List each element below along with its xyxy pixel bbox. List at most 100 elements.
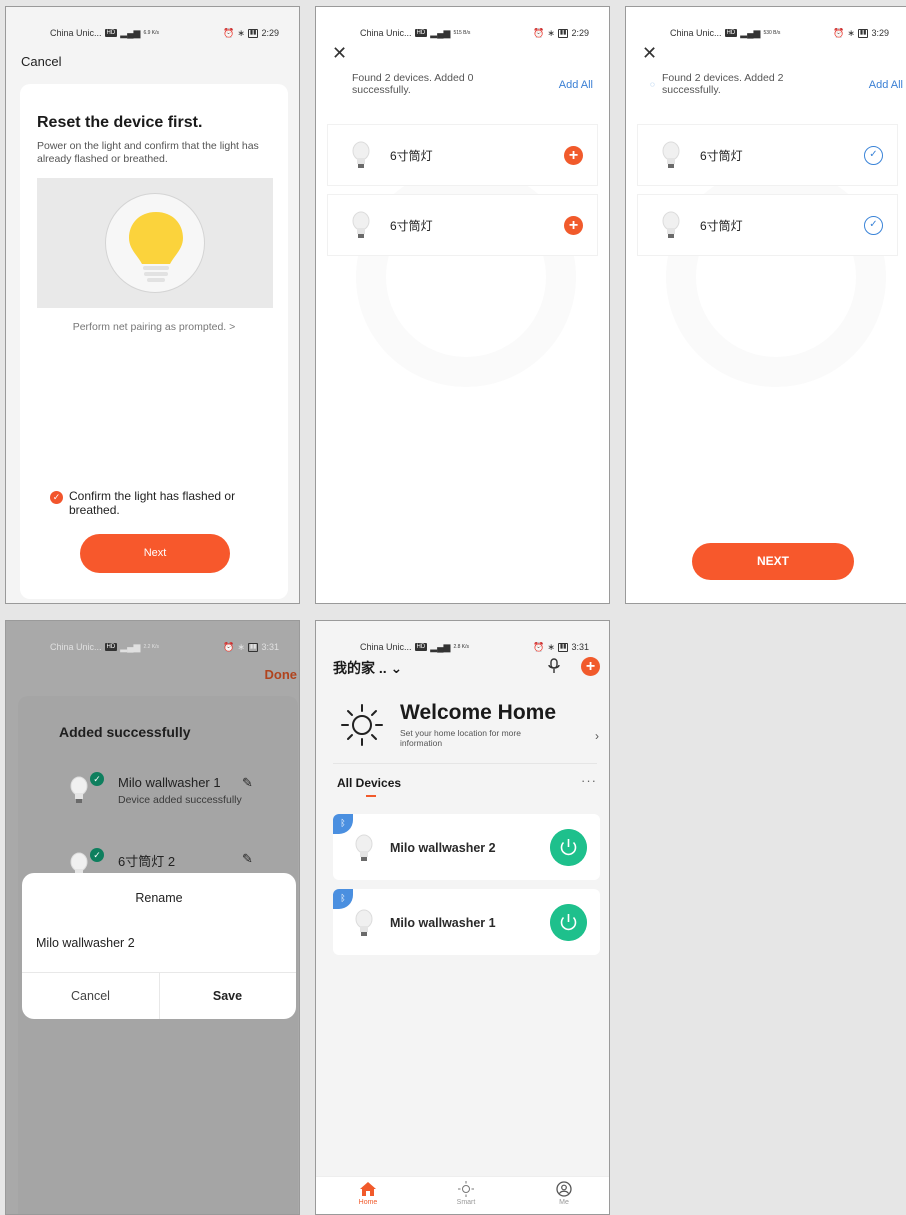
- time-label: 3:31: [261, 642, 279, 652]
- time-label: 3:31: [571, 642, 589, 652]
- tab-all-devices[interactable]: All Devices: [337, 776, 401, 790]
- home-selector[interactable]: 我的家 .. ⌄: [333, 658, 402, 678]
- device-row: 6寸筒灯 +: [328, 195, 597, 255]
- speed-label: 530 B/s: [763, 29, 781, 36]
- bulb-icon: [353, 909, 375, 937]
- confirm-checkbox[interactable]: ✓ Confirm the light has flashed or breat…: [50, 489, 270, 517]
- rename-dialog: Rename Milo wallwasher 2 Cancel Save: [22, 873, 296, 1019]
- added-check-icon: ✓: [864, 216, 883, 235]
- power-icon[interactable]: [550, 904, 587, 941]
- next-button[interactable]: Next: [80, 534, 230, 573]
- carrier-label: China Unic...: [50, 642, 102, 652]
- divider: [333, 763, 597, 764]
- alarm-icon: ⏰: [533, 27, 545, 38]
- net-pairing-link[interactable]: Perform net pairing as prompted. >: [20, 321, 288, 333]
- net-pairing-label: Perform net pairing as prompted.: [72, 321, 227, 333]
- speed-label: 2.2 K/s: [143, 643, 160, 650]
- rename-input[interactable]: Milo wallwasher 2: [36, 936, 135, 950]
- tab-me[interactable]: Me: [534, 1181, 594, 1206]
- tab-label: Smart: [456, 1199, 476, 1206]
- checkmark-icon: ✓: [50, 491, 63, 504]
- chevron-right-icon: >: [229, 321, 236, 333]
- confirm-label: Confirm the light has flashed or breathe…: [69, 489, 236, 517]
- battery-icon: ▮▮: [857, 28, 869, 38]
- device-card[interactable]: ᛒ Milo wallwasher 2: [333, 814, 600, 880]
- bluetooth-icon: ᛒ: [333, 889, 353, 909]
- microphone-icon[interactable]: [547, 658, 561, 674]
- added-title: Added successfully: [59, 724, 191, 740]
- next-button[interactable]: NEXT: [692, 543, 854, 580]
- add-device-button[interactable]: +: [581, 657, 600, 676]
- home-icon: [360, 1182, 376, 1196]
- profile-icon: [556, 1181, 572, 1197]
- sim-icon: HD: [724, 29, 738, 37]
- done-button[interactable]: Done: [265, 667, 298, 682]
- sim-icon: HD: [104, 643, 118, 651]
- added-check-icon: ✓: [864, 146, 883, 165]
- battery-icon: ▮▮: [247, 642, 259, 652]
- battery-icon: ▮▮: [557, 642, 569, 652]
- bulb-icon: [660, 211, 682, 239]
- bluetooth-icon: ∗: [547, 27, 555, 38]
- device-card[interactable]: ᛒ Milo wallwasher 1: [333, 889, 600, 955]
- sim-icon: HD: [414, 643, 428, 651]
- bulb-icon: [350, 141, 372, 169]
- close-icon[interactable]: ✕: [332, 43, 347, 64]
- device-name: Milo wallwasher 2: [390, 841, 496, 855]
- device-row: 6寸筒灯 ✓: [638, 195, 897, 255]
- device-name: Milo wallwasher 1: [118, 775, 221, 790]
- success-check-icon: ✓: [90, 772, 104, 786]
- time-label: 2:29: [571, 28, 589, 38]
- smart-sun-icon: [458, 1181, 474, 1197]
- status-bar: China Unic... HD ▂▄▆ 515 B/s ⏰ ∗ ▮▮ 2:29: [316, 23, 609, 43]
- bluetooth-icon: ∗: [547, 641, 555, 652]
- device-name: 6寸筒灯 2: [118, 854, 176, 869]
- tab-home[interactable]: Home: [338, 1181, 398, 1206]
- add-device-button[interactable]: +: [564, 146, 583, 165]
- alarm-icon: ⏰: [533, 641, 545, 652]
- carrier-label: China Unic...: [670, 28, 722, 38]
- device-name: 6寸筒灯: [390, 218, 433, 233]
- welcome-subtitle[interactable]: Set your home location for more informat…: [400, 728, 560, 748]
- status-message: Found 2 devices. Added 2 successfully.: [662, 72, 784, 96]
- power-icon[interactable]: [550, 829, 587, 866]
- bulb-icon: [660, 141, 682, 169]
- status-bar: China Unic... HD ▂▄▆ 530 B/s ⏰ ∗ ▮▮ 3:29: [626, 23, 906, 43]
- signal-icon: ▂▄▆: [120, 641, 141, 652]
- edit-pencil-icon[interactable]: ✎: [242, 851, 253, 867]
- light-bulb-icon: [129, 212, 183, 282]
- signal-icon: ▂▄▆: [120, 27, 141, 38]
- dialog-title: Rename: [135, 891, 183, 905]
- screen-home: China Unic... HD ▂▄▆ 2.8 K/s ⏰ ∗ ▮▮ 3:31 我的家 .…: [315, 620, 610, 1215]
- status-bar: China Unic... HD ▂▄▆ 2.2 K/s ⏰ ∗ ▮▮ 3:31: [6, 637, 299, 657]
- bulb-icon: [68, 776, 90, 804]
- save-button[interactable]: Save: [159, 989, 296, 1003]
- time-label: 3:29: [871, 28, 889, 38]
- more-icon[interactable]: ···: [581, 773, 597, 788]
- alarm-icon: ⏰: [833, 27, 845, 38]
- sun-icon: [341, 704, 383, 746]
- add-all-button[interactable]: Add All: [559, 79, 593, 91]
- screen-reset-device: China Unic... HD ▂▄▆ 6.9 K/s ⏰ ∗ ▮▮ 2:29 Cance…: [5, 6, 300, 604]
- device-name: 6寸筒灯: [390, 148, 433, 163]
- device-status: Device added successfully: [118, 794, 242, 806]
- edit-pencil-icon[interactable]: ✎: [242, 775, 253, 791]
- time-label: 2:29: [261, 28, 279, 38]
- alarm-icon: ⏰: [223, 27, 235, 38]
- add-all-button[interactable]: Add All: [869, 79, 903, 91]
- speed-label: 6.9 K/s: [143, 29, 160, 36]
- cancel-button[interactable]: Cancel: [21, 54, 61, 69]
- add-device-button[interactable]: +: [564, 216, 583, 235]
- tab-smart[interactable]: Smart: [436, 1181, 496, 1206]
- screen-found-devices-adding: China Unic... HD ▂▄▆ 515 B/s ⏰ ∗ ▮▮ 2:29 ✕ Fou…: [315, 6, 610, 604]
- close-icon[interactable]: ✕: [642, 43, 657, 64]
- carrier-label: China Unic...: [360, 28, 412, 38]
- speed-label: 515 B/s: [453, 29, 471, 36]
- device-name: 6寸筒灯: [700, 148, 743, 163]
- instruction-card: Reset the device first. Power on the lig…: [20, 84, 288, 599]
- screen-rename-dialog: China Unic... HD ▂▄▆ 2.2 K/s ⏰ ∗ ▮▮ 3:31 Done …: [5, 620, 300, 1215]
- device-name: Milo wallwasher 1: [390, 916, 496, 930]
- cancel-button[interactable]: Cancel: [22, 989, 159, 1003]
- chevron-right-icon[interactable]: ›: [595, 729, 599, 743]
- carrier-label: China Unic...: [360, 642, 412, 652]
